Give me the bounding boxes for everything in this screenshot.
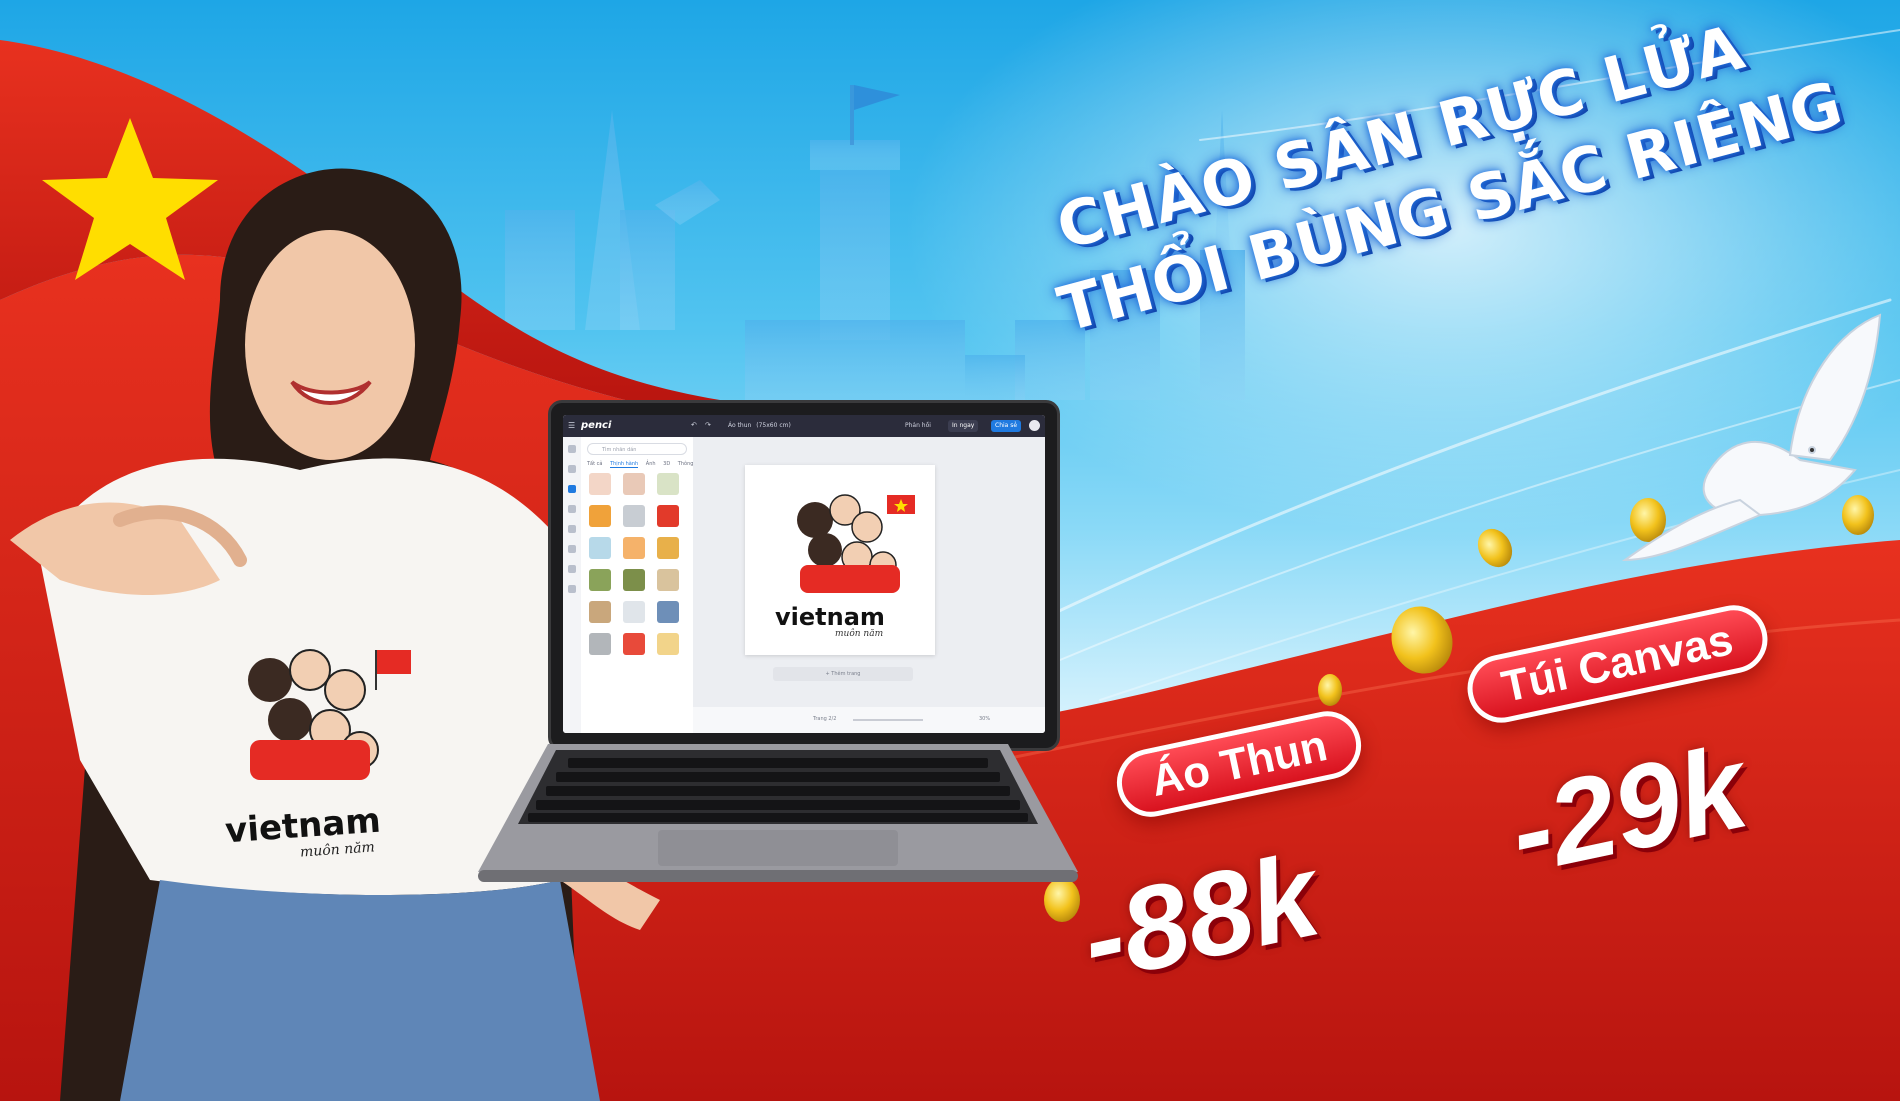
canvas-artwork xyxy=(797,494,915,593)
tab-trending[interactable]: Thịnh hành xyxy=(610,461,639,468)
model-shirt-text: vietnam muôn năm xyxy=(0,150,600,1101)
sticker-thumb[interactable] xyxy=(657,473,679,495)
sticker-thumb[interactable] xyxy=(623,537,645,559)
avatar[interactable] xyxy=(1029,420,1040,431)
app-logo[interactable]: penci xyxy=(581,420,611,431)
canvas-word: vietnam xyxy=(775,603,885,631)
text-icon[interactable] xyxy=(568,505,576,513)
sticker-thumb[interactable] xyxy=(623,569,645,591)
sticker-thumb[interactable] xyxy=(589,633,611,655)
shape-icon[interactable] xyxy=(568,525,576,533)
sticker-thumb[interactable] xyxy=(589,601,611,623)
redo-icon[interactable]: ↷ xyxy=(705,421,711,429)
tab-3d[interactable]: 3D xyxy=(663,461,670,467)
laptop-screen: ☰ penci ↶ ↷ Áo thun (75x60 cm) Phản hồi … xyxy=(563,415,1045,733)
promo-banner: vietnam muôn năm ☰ penci ↶ ↷ Áo thun (75… xyxy=(0,0,1900,1101)
sticker-thumb[interactable] xyxy=(623,633,645,655)
template-icon[interactable] xyxy=(568,445,576,453)
document-title[interactable]: Áo thun (75x60 cm) xyxy=(728,422,791,429)
feedback-button[interactable]: Phản hồi xyxy=(901,420,935,432)
design-canvas-area: vietnam muôn năm + Thêm trang Trang 2/2 … xyxy=(693,437,1045,733)
sticker-thumb[interactable] xyxy=(623,505,645,527)
sticker-thumb[interactable] xyxy=(657,569,679,591)
zoom-slider[interactable] xyxy=(853,719,923,721)
tab-photo[interactable]: Ảnh xyxy=(646,461,656,467)
print-now-button[interactable]: In ngay xyxy=(948,420,979,432)
sticker-thumb[interactable] xyxy=(657,537,679,559)
tool-rail xyxy=(563,437,582,733)
background-icon[interactable] xyxy=(568,545,576,553)
add-page-button[interactable]: + Thêm trang xyxy=(773,667,913,681)
document-title-text: Áo thun xyxy=(728,422,752,429)
canvas-sub: muôn năm xyxy=(835,629,884,639)
upload-icon[interactable] xyxy=(568,465,576,473)
sticker-thumb[interactable] xyxy=(623,601,645,623)
ai-icon[interactable] xyxy=(568,565,576,573)
zoom-level: 30% xyxy=(979,716,991,722)
sticker-thumb[interactable] xyxy=(589,537,611,559)
document-size-text: (75x60 cm) xyxy=(756,422,791,429)
tab-all[interactable]: Tất cả xyxy=(587,461,602,467)
canvas-status-bar: Trang 2/2 30% xyxy=(693,707,1045,733)
share-button[interactable]: Chia sẻ xyxy=(991,420,1022,432)
menu-icon[interactable]: ☰ xyxy=(568,421,575,430)
laptop: ☰ penci ↶ ↷ Áo thun (75x60 cm) Phản hồi … xyxy=(548,400,1060,751)
sticker-thumb[interactable] xyxy=(657,601,679,623)
undo-icon[interactable]: ↶ xyxy=(691,421,697,429)
design-page[interactable]: vietnam muôn năm xyxy=(745,465,935,655)
page-indicator: Trang 2/2 xyxy=(813,716,837,722)
apps-icon[interactable] xyxy=(568,585,576,593)
sticker-thumb[interactable] xyxy=(589,473,611,495)
sticker-thumb[interactable] xyxy=(589,569,611,591)
sticker-thumb[interactable] xyxy=(623,473,645,495)
sticker-search-input[interactable]: Tìm nhãn dán xyxy=(587,443,687,455)
sticker-panel: Tìm nhãn dán Tất cả Thịnh hành Ảnh 3D Th… xyxy=(581,437,708,733)
sticker-thumb[interactable] xyxy=(657,505,679,527)
laptop-keyboard xyxy=(478,744,1078,882)
editor-topbar: ☰ penci ↶ ↷ Áo thun (75x60 cm) Phản hồi … xyxy=(563,415,1045,437)
sticker-thumb[interactable] xyxy=(589,505,611,527)
sticker-icon[interactable] xyxy=(568,485,576,493)
sticker-thumb[interactable] xyxy=(657,633,679,655)
